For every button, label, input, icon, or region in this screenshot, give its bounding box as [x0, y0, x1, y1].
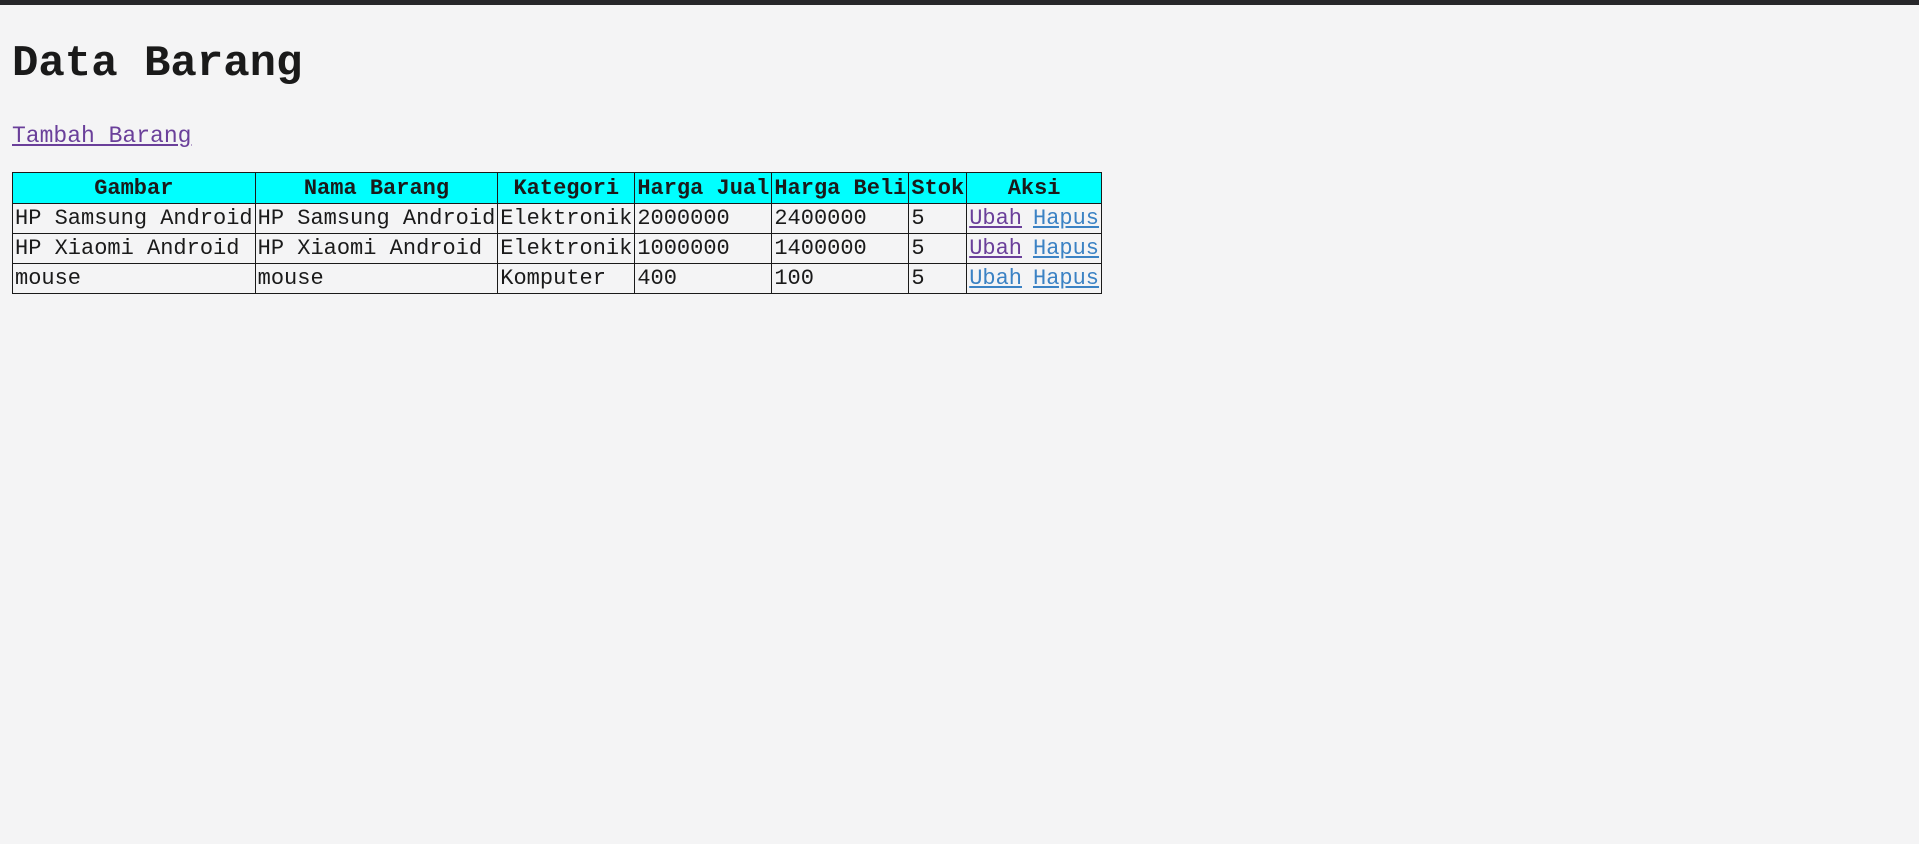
cell-kategori: Elektronik	[497, 233, 636, 264]
cell-nama: HP Samsung Android	[254, 203, 499, 234]
delete-link[interactable]: Hapus	[1033, 266, 1099, 291]
cell-harga-beli: 100	[771, 263, 910, 294]
page-title: Data Barang	[12, 39, 303, 89]
header-gambar: Gambar	[12, 172, 256, 204]
cell-kategori: Komputer	[497, 263, 636, 294]
delete-link[interactable]: Hapus	[1033, 236, 1099, 261]
table-header-row: Gambar Nama Barang Kategori Harga Jual H…	[12, 172, 1103, 204]
cell-harga-beli: 2400000	[771, 203, 910, 234]
cell-gambar: mouse	[12, 263, 256, 294]
header-harga-beli: Harga Beli	[771, 172, 910, 204]
browser-top-bar	[0, 0, 1919, 5]
edit-link[interactable]: Ubah	[969, 206, 1022, 231]
cell-stok: 5	[908, 233, 968, 264]
header-stok: Stok	[908, 172, 968, 204]
table-row: HP Xiaomi Android HP Xiaomi Android Elek…	[12, 233, 1103, 264]
cell-nama: HP Xiaomi Android	[254, 233, 499, 264]
cell-harga-beli: 1400000	[771, 233, 910, 264]
header-nama-barang: Nama Barang	[254, 172, 499, 204]
table-row: mouse mouse Komputer 400 100 5 Ubah Hapus	[12, 263, 1103, 294]
items-table: Gambar Nama Barang Kategori Harga Jual H…	[12, 172, 1103, 294]
cell-nama: mouse	[254, 263, 499, 294]
cell-aksi: Ubah Hapus	[966, 263, 1103, 294]
cell-aksi: Ubah Hapus	[966, 233, 1103, 264]
cell-harga-jual: 2000000	[634, 203, 773, 234]
edit-link[interactable]: Ubah	[969, 266, 1022, 291]
delete-link[interactable]: Hapus	[1033, 206, 1099, 231]
table-row: HP Samsung Android HP Samsung Android El…	[12, 203, 1103, 234]
cell-aksi: Ubah Hapus	[966, 203, 1103, 234]
header-harga-jual: Harga Jual	[634, 172, 773, 204]
cell-stok: 5	[908, 203, 968, 234]
cell-gambar: HP Xiaomi Android	[12, 233, 256, 264]
cell-kategori: Elektronik	[497, 203, 636, 234]
cell-stok: 5	[908, 263, 968, 294]
add-item-link[interactable]: Tambah Barang	[12, 122, 191, 150]
cell-gambar: HP Samsung Android	[12, 203, 256, 234]
edit-link[interactable]: Ubah	[969, 236, 1022, 261]
cell-harga-jual: 1000000	[634, 233, 773, 264]
header-kategori: Kategori	[497, 172, 636, 204]
header-aksi: Aksi	[966, 172, 1103, 204]
cell-harga-jual: 400	[634, 263, 773, 294]
